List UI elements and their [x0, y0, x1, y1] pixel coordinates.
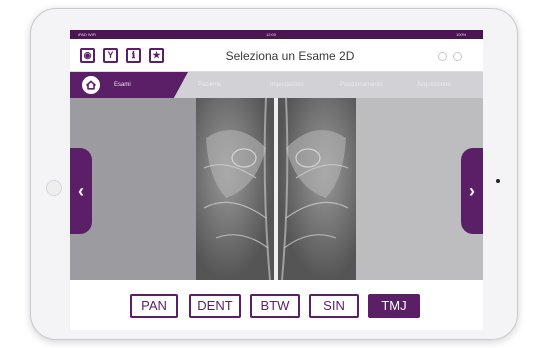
page-title: Seleziona un Esame 2D [225, 49, 355, 63]
exam-pan-button[interactable]: PAN [130, 294, 178, 318]
home-icon[interactable] [82, 76, 100, 94]
star-icon[interactable]: ★ [149, 48, 164, 63]
status-carrier: iPAD WiFi [78, 32, 96, 37]
tab-esami[interactable]: Esami [70, 72, 188, 98]
tab-posizionamento[interactable]: Posizionamento [340, 72, 383, 98]
status-bar: iPAD WiFi 12:00 100% [70, 30, 483, 39]
prev-image-button[interactable]: ‹ [70, 148, 92, 234]
image-viewer [70, 98, 483, 280]
power-icon[interactable] [453, 52, 462, 61]
patient-icon[interactable]: Y [103, 48, 118, 63]
tab-acquisizione[interactable]: Acquisizione [417, 72, 451, 98]
workflow-tabs: Esami Paziente Impostazioni Posizionamen… [70, 72, 483, 98]
tablet-camera [496, 179, 500, 183]
settings-icon[interactable] [438, 52, 447, 61]
info-icon[interactable]: ℹ [126, 48, 141, 63]
exam-dent-button[interactable]: DENT [189, 294, 241, 318]
eye-icon[interactable]: ◉ [80, 48, 95, 63]
tmj-xray-image [196, 98, 356, 280]
exam-selector: PAN DENT BTW SIN TMJ [70, 280, 483, 330]
status-time: 12:00 [266, 32, 277, 37]
chevron-right-icon: › [469, 181, 475, 201]
status-battery: 100% [456, 32, 467, 37]
tablet-home-button[interactable] [46, 180, 62, 196]
exam-tmj-button[interactable]: TMJ [368, 294, 420, 318]
exam-btw-button[interactable]: BTW [250, 294, 300, 318]
exam-sin-button[interactable]: SIN [309, 294, 359, 318]
tab-label: Esami [114, 82, 131, 88]
chevron-left-icon: ‹ [78, 181, 84, 201]
app-screen: iPAD WiFi 12:00 100% ◉ Y ℹ ★ Seleziona u… [70, 30, 483, 330]
toolbar: ◉ Y ℹ ★ Seleziona un Esame 2D [70, 39, 483, 72]
tab-impostazioni[interactable]: Impostazioni [270, 72, 304, 98]
next-image-button[interactable]: › [461, 148, 483, 234]
tab-paziente[interactable]: Paziente [198, 72, 221, 98]
